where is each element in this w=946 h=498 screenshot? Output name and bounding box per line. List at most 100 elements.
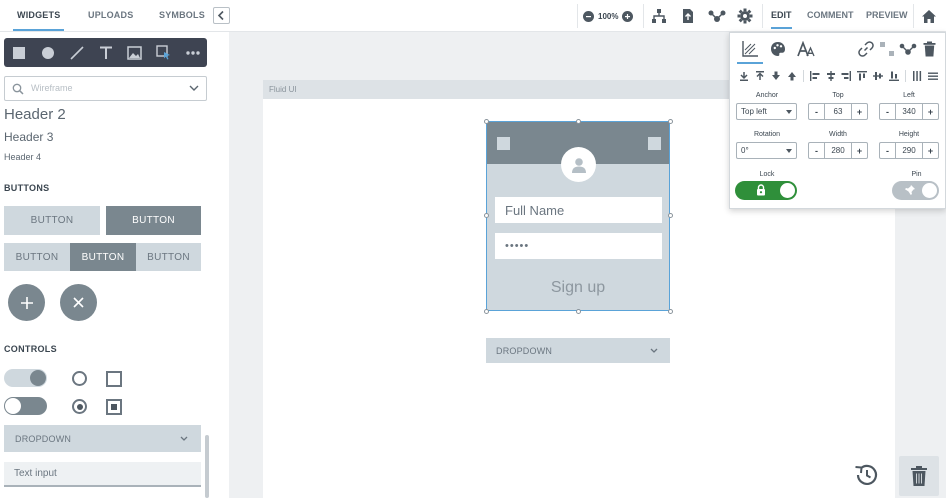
resize-handle-ne[interactable] [668,119,673,124]
align-middle-button[interactable] [870,69,886,83]
delete-button[interactable] [899,456,939,496]
move-up-button[interactable] [784,69,800,83]
distribute-horizontal-icon [913,71,922,81]
rotation-select[interactable]: 0° [736,142,797,159]
segmented-button-middle[interactable]: BUTTON [70,243,136,271]
width-decrement-button[interactable]: - [809,143,824,158]
toggle-knob [780,183,795,198]
move-down-button[interactable] [768,69,784,83]
left-decrement-button[interactable]: - [880,104,895,119]
align-up-button[interactable] [752,69,768,83]
dropdown-widget[interactable]: DROPDOWN [4,425,201,452]
line-tool[interactable] [62,38,91,67]
resize-handle-w[interactable] [484,213,489,218]
plus-icon [625,13,631,19]
group-button[interactable] [878,41,896,57]
ellipse-tool[interactable] [33,38,62,67]
export-button[interactable] [678,6,698,26]
align-bottom-edge-button[interactable] [886,69,902,83]
history-button[interactable] [851,459,883,491]
header-2-widget[interactable]: Header 2 [4,106,66,123]
resize-handle-s[interactable] [576,309,581,314]
zoom-out-button[interactable] [583,10,594,22]
radio-unchecked-widget[interactable] [72,371,87,386]
collapse-panel-button[interactable] [213,7,230,24]
resize-handle-sw[interactable] [484,309,489,314]
share-button[interactable] [707,6,727,26]
distribute-horizontal-button[interactable] [909,69,925,83]
close-fab-widget[interactable] [60,284,97,321]
link-button[interactable] [857,41,875,57]
toggle-on-widget[interactable] [4,369,47,387]
hotspot-tool[interactable] [149,38,178,67]
panel-scrollbar[interactable] [205,435,209,498]
top-decrement-button[interactable]: - [809,104,824,119]
segmented-button-right[interactable]: BUTTON [136,243,201,271]
distribute-vertical-button[interactable] [925,69,941,83]
resize-handle-e[interactable] [668,213,673,218]
full-name-input[interactable]: Full Name [495,197,662,223]
button-dark-widget[interactable]: BUTTON [106,206,201,235]
checkbox-checked-widget[interactable] [106,399,122,415]
chevron-down-icon [180,436,188,441]
width-increment-button[interactable]: + [852,143,867,158]
tab-edit[interactable]: EDIT [771,0,792,31]
library-select[interactable]: Wireframe [4,76,207,101]
align-top-button[interactable] [854,69,870,83]
resize-handle-nw[interactable] [484,119,489,124]
tab-comment[interactable]: COMMENT [807,0,854,31]
gear-icon [737,8,753,24]
resize-handle-se[interactable] [668,309,673,314]
left-value-input[interactable]: 340 [895,104,923,119]
lock-toggle[interactable] [735,181,797,200]
settings-button[interactable] [735,6,755,26]
rectangle-tool[interactable] [4,38,33,67]
checkbox-unchecked-widget[interactable] [106,371,122,387]
header-3-widget[interactable]: Header 3 [4,130,53,144]
radio-checked-widget[interactable] [72,399,87,414]
tab-widgets[interactable]: WIDGETS [12,0,65,31]
align-center-horizontal-button[interactable] [823,69,839,83]
top-value-input[interactable]: 63 [824,104,852,119]
image-tool[interactable] [120,38,149,67]
align-left-button[interactable] [807,69,823,83]
more-tools-button[interactable] [178,38,207,67]
pin-toggle[interactable] [892,181,939,200]
signup-card-selected[interactable]: Full Name ••••• Sign up [486,121,670,311]
align-bottom-button[interactable] [736,69,752,83]
left-increment-button[interactable]: + [923,104,938,119]
segmented-button-left[interactable]: BUTTON [4,243,70,271]
home-button[interactable] [919,6,939,26]
tab-symbols[interactable]: SYMBOLS [159,0,205,31]
button-light-widget[interactable]: BUTTON [4,206,100,235]
password-input[interactable]: ••••• [495,233,662,259]
share-element-button[interactable] [899,41,917,57]
artboard-title[interactable]: Fluid UI [263,80,803,99]
height-increment-button[interactable]: + [923,143,938,158]
tab-preview[interactable]: PREVIEW [866,0,908,31]
height-decrement-button[interactable]: - [880,143,895,158]
tab-layout[interactable] [739,38,761,60]
search-icon [12,83,24,95]
hierarchy-button[interactable] [649,6,669,26]
add-fab-widget[interactable] [8,284,45,321]
height-value-input[interactable]: 290 [895,143,923,158]
header-4-widget[interactable]: Header 4 [4,152,41,162]
file-export-icon [683,9,693,23]
text-tool[interactable] [91,38,120,67]
width-value-input[interactable]: 280 [824,143,852,158]
signup-button[interactable]: Sign up [487,279,669,297]
text-input-widget[interactable]: Text input [4,462,201,487]
zoom-in-button[interactable] [622,10,634,22]
distribute-vertical-icon [928,72,939,80]
canvas-dropdown[interactable]: DROPDOWN [486,338,670,363]
toggle-off-widget[interactable] [4,397,47,415]
delete-element-button[interactable] [920,41,938,57]
tab-style[interactable] [767,38,789,60]
tab-uploads[interactable]: UPLOADS [88,0,133,31]
resize-handle-n[interactable] [576,119,581,124]
align-right-button[interactable] [839,69,855,83]
top-increment-button[interactable]: + [852,104,867,119]
tab-typography[interactable] [795,38,817,60]
anchor-select[interactable]: Top left [736,103,797,120]
